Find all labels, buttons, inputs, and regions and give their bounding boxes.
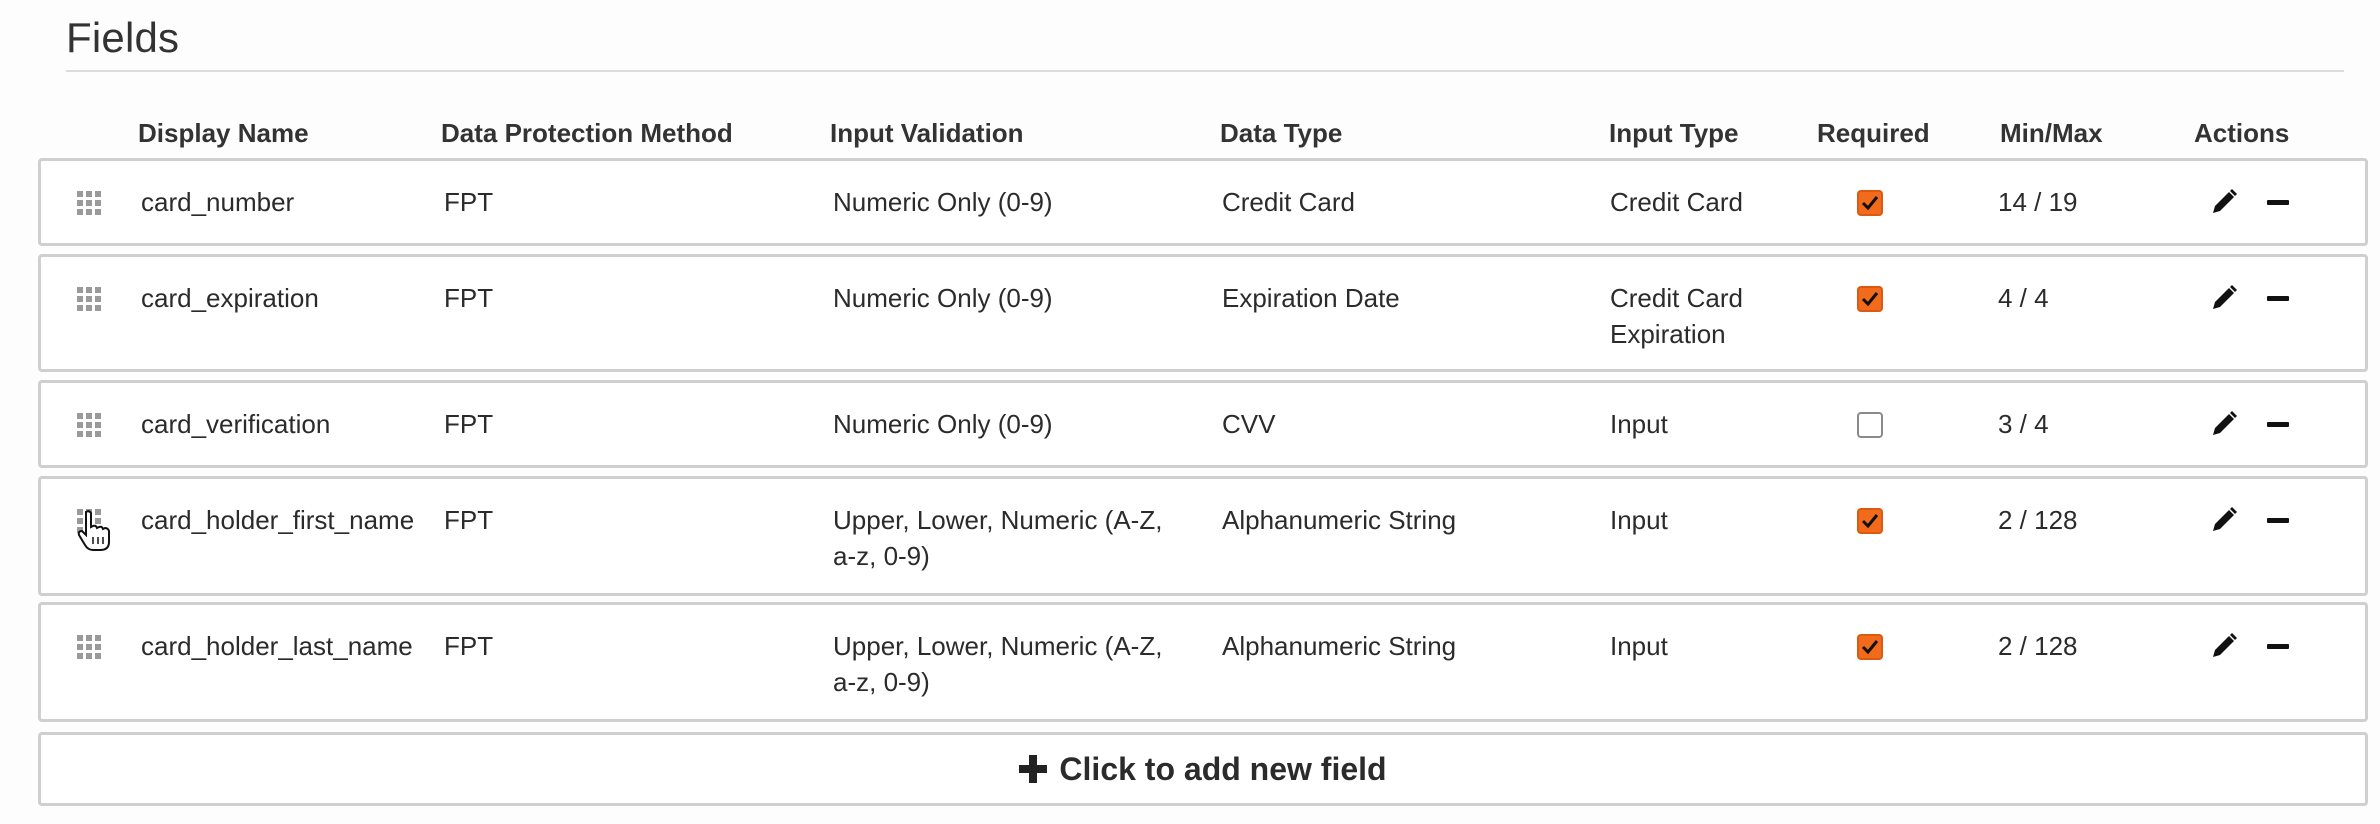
page-title: Fields — [66, 14, 180, 61]
data-type-cell: Expiration Date — [1222, 283, 1400, 313]
input-type-cell: Input — [1610, 409, 1668, 439]
minmax-cell: 4 / 4 — [1998, 283, 2049, 313]
display-name-cell: card_holder_first_name — [141, 505, 415, 535]
plus-icon — [1019, 755, 1048, 783]
header-validation: Input Validation — [830, 118, 1024, 148]
add-field-button[interactable]: Click to add new field — [38, 732, 2368, 806]
minus-icon[interactable] — [2267, 422, 2289, 427]
required-checkbox[interactable] — [1857, 508, 1883, 534]
header-input-type: Input Type — [1609, 118, 1739, 148]
protection-cell: FPT — [444, 505, 494, 535]
input-type-cell: Credit Card — [1610, 283, 1743, 313]
input-type-cell-line2: Expiration — [1610, 319, 1726, 349]
minmax-cell: 2 / 128 — [1998, 631, 2078, 661]
drag-handle-icon[interactable] — [77, 413, 101, 437]
display-name-cell: card_expiration — [141, 283, 319, 313]
drag-handle-icon[interactable] — [77, 635, 101, 659]
validation-cell: Upper, Lower, Numeric (A-Z, — [833, 505, 1163, 535]
header-required: Required — [1817, 118, 1930, 148]
minmax-cell: 2 / 128 — [1998, 505, 2078, 535]
validation-cell-line2: a-z, 0-9) — [833, 541, 930, 571]
validation-cell-line2: a-z, 0-9) — [833, 667, 930, 697]
minmax-cell: 14 / 19 — [1998, 187, 2078, 217]
add-field-label: Click to add new field — [1059, 750, 1387, 787]
validation-cell: Numeric Only (0-9) — [833, 409, 1053, 439]
header-protection: Data Protection Method — [441, 118, 733, 148]
data-type-cell: CVV — [1222, 409, 1276, 439]
minus-icon[interactable] — [2267, 200, 2289, 205]
minus-icon[interactable] — [2267, 518, 2289, 523]
table-row[interactable]: card_number FPT Numeric Only (0-9) Credi… — [38, 158, 2368, 246]
header-minmax: Min/Max — [2000, 118, 2103, 148]
pencil-icon[interactable] — [2209, 187, 2239, 217]
data-type-cell: Alphanumeric String — [1222, 505, 1457, 535]
pencil-icon[interactable] — [2209, 409, 2239, 439]
minus-icon[interactable] — [2267, 644, 2289, 649]
header-actions: Actions — [2194, 118, 2290, 148]
required-checkbox[interactable] — [1857, 634, 1883, 660]
table-row[interactable]: card_holder_first_name FPT Upper, Lower,… — [38, 476, 2368, 596]
validation-cell: Upper, Lower, Numeric (A-Z, — [833, 631, 1163, 661]
data-type-cell: Credit Card — [1222, 187, 1355, 217]
protection-cell: FPT — [444, 631, 494, 661]
header-display-name: Display Name — [138, 118, 309, 148]
drag-handle-icon[interactable] — [77, 191, 101, 215]
required-checkbox[interactable] — [1857, 286, 1883, 312]
table-row[interactable]: card_holder_last_name FPT Upper, Lower, … — [38, 602, 2368, 722]
display-name-cell: card_verification — [141, 409, 331, 439]
required-checkbox[interactable] — [1857, 412, 1883, 438]
input-type-cell: Input — [1610, 631, 1668, 661]
input-type-cell: Input — [1610, 505, 1668, 535]
input-type-cell: Credit Card — [1610, 187, 1743, 217]
minus-icon[interactable] — [2267, 296, 2289, 301]
drag-handle-icon[interactable] — [77, 287, 101, 311]
validation-cell: Numeric Only (0-9) — [833, 187, 1053, 217]
validation-cell: Numeric Only (0-9) — [833, 283, 1053, 313]
table-row[interactable]: card_verification FPT Numeric Only (0-9)… — [38, 380, 2368, 468]
hand-cursor-icon — [77, 510, 110, 551]
protection-cell: FPT — [444, 187, 494, 217]
display-name-cell: card_holder_last_name — [141, 631, 413, 661]
required-checkbox[interactable] — [1857, 190, 1883, 216]
title-divider — [66, 70, 2344, 72]
table-row[interactable]: card_expiration FPT Numeric Only (0-9) E… — [38, 254, 2368, 372]
pencil-icon[interactable] — [2209, 505, 2239, 535]
pencil-icon[interactable] — [2209, 283, 2239, 313]
minmax-cell: 3 / 4 — [1998, 409, 2049, 439]
header-data-type: Data Type — [1220, 118, 1343, 148]
protection-cell: FPT — [444, 409, 494, 439]
pencil-icon[interactable] — [2209, 631, 2239, 661]
display-name-cell: card_number — [141, 187, 295, 217]
table-header: Display Name Data Protection Method Inpu… — [38, 112, 2372, 152]
data-type-cell: Alphanumeric String — [1222, 631, 1457, 661]
protection-cell: FPT — [444, 283, 494, 313]
